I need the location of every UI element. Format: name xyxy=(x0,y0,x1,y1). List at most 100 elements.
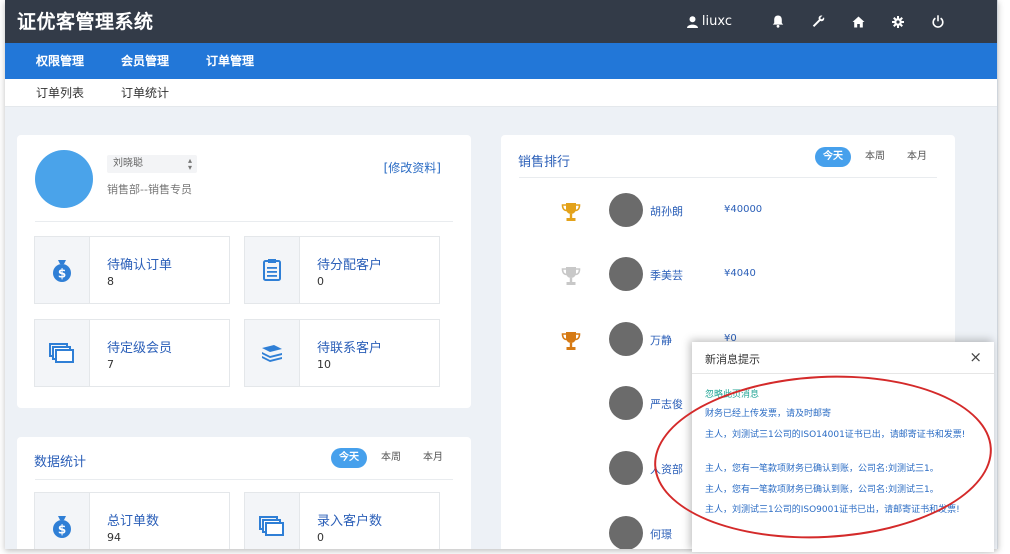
avatar[interactable] xyxy=(35,150,93,208)
card-title: 销售排行 xyxy=(518,155,571,170)
stat-value: 10 xyxy=(317,358,331,371)
stat-value: 94 xyxy=(107,531,121,544)
bronze-trophy-icon xyxy=(561,332,581,350)
ranking-amount: ¥4040 xyxy=(724,268,756,279)
user-select-value: 刘晓聪 xyxy=(113,158,143,169)
stat-value: 7 xyxy=(107,358,114,371)
stat-ungraded-members[interactable]: 待定级会员 7 xyxy=(34,319,230,387)
top-bar: 证优客管理系统 liuxc xyxy=(5,0,997,43)
profile-card: 刘晓聪 ▴ ▾ 销售部--销售专员 [修改资料] $ 待确认订单 8 待分配客户 … xyxy=(17,135,471,408)
stat-label: 录入客户数 xyxy=(317,514,383,529)
avatar xyxy=(609,257,643,291)
home-icon xyxy=(852,16,864,27)
popup-header: 新消息提示 × xyxy=(692,342,994,374)
username: liuxc xyxy=(701,14,732,29)
bell-icon xyxy=(772,15,784,28)
stat-value: 0 xyxy=(317,531,324,544)
ranking-name: 何璟 xyxy=(650,528,672,541)
home-button[interactable] xyxy=(838,0,878,43)
stack-icon xyxy=(262,345,282,362)
stat-icon-box xyxy=(245,237,300,303)
card-title: 数据统计 xyxy=(34,455,87,470)
stat-unassigned-customers[interactable]: 待分配客户 0 xyxy=(244,236,440,304)
new-message-popup: 新消息提示 × 忽略此页消息 财务已经上传发票，请及时邮寄 主人，刘测试三1公司… xyxy=(692,342,994,552)
nav-item-member[interactable]: 会员管理 xyxy=(121,43,169,79)
data-stats-card: 数据统计 今天 本周 本月 $ 总订单数 94 录入客户数 0 xyxy=(17,437,471,549)
stat-pending-orders[interactable]: $ 待确认订单 8 xyxy=(34,236,230,304)
money-bag-icon: $ xyxy=(53,516,71,538)
divider xyxy=(35,221,453,222)
cards-icon xyxy=(49,343,74,363)
message-item[interactable]: 主人，您有一笔款项财务已确认到账，公司名:刘测试三1。 xyxy=(705,463,975,476)
user-select[interactable]: 刘晓聪 ▴ ▾ xyxy=(107,155,197,173)
tab-week[interactable]: 本周 xyxy=(373,448,409,468)
avatar xyxy=(609,322,643,356)
divider xyxy=(519,177,937,178)
avatar xyxy=(609,386,643,420)
ranking-name: 季美芸 xyxy=(650,269,683,282)
message-item[interactable]: 主人，刘测试三1公司的ISO9001证书已出，请邮寄证书和发票! xyxy=(705,504,975,517)
subnav-item-order-stats[interactable]: 订单统计 xyxy=(121,79,169,107)
ranking-row[interactable]: 胡孙朗 ¥40000 xyxy=(501,192,955,232)
department-label: 销售部--销售专员 xyxy=(107,183,192,196)
ranking-tabs: 今天 本周 本月 xyxy=(809,147,935,167)
tab-month[interactable]: 本月 xyxy=(899,147,935,167)
user-icon xyxy=(686,15,698,28)
power-icon xyxy=(932,15,944,28)
stat-label: 总订单数 xyxy=(107,514,160,529)
stat-new-customers[interactable]: 录入客户数 0 xyxy=(244,492,440,549)
stat-total-orders[interactable]: $ 总订单数 94 xyxy=(34,492,230,549)
tools-button[interactable] xyxy=(798,0,838,43)
popup-title: 新消息提示 xyxy=(705,353,760,366)
message-item[interactable]: 主人，您有一笔款项财务已确认到账，公司名:刘测试三1。 xyxy=(705,484,975,497)
data-stats-tabs: 今天 本周 本月 xyxy=(325,448,451,468)
sub-nav: 订单列表 订单统计 xyxy=(5,79,997,107)
ranking-name: 万静 xyxy=(650,334,672,347)
cards-icon xyxy=(259,516,284,536)
svg-text:$: $ xyxy=(58,267,66,281)
ignore-messages-link[interactable]: 忽略此页消息 xyxy=(705,389,975,402)
user-menu[interactable]: liuxc xyxy=(686,14,732,29)
wrench-icon xyxy=(812,15,824,27)
tab-week[interactable]: 本周 xyxy=(857,147,893,167)
close-icon[interactable]: × xyxy=(969,348,982,366)
stat-value: 0 xyxy=(317,275,324,288)
message-item[interactable]: 主人，刘测试三1公司的ISO14001证书已出，请邮寄证书和发票! xyxy=(705,429,975,442)
gear-icon xyxy=(892,15,904,28)
subnav-item-order-list[interactable]: 订单列表 xyxy=(36,79,84,107)
settings-button[interactable] xyxy=(878,0,918,43)
stat-icon-box xyxy=(245,320,300,386)
stat-label: 待确认订单 xyxy=(107,258,173,273)
avatar xyxy=(609,193,643,227)
tab-today[interactable]: 今天 xyxy=(815,147,851,167)
stat-icon-box: $ xyxy=(35,237,90,303)
stat-label: 待定级会员 xyxy=(107,341,173,356)
tab-month[interactable]: 本月 xyxy=(415,448,451,468)
clipboard-list-icon xyxy=(263,259,281,281)
nav-item-permission[interactable]: 权限管理 xyxy=(36,43,84,79)
nav-item-order[interactable]: 订单管理 xyxy=(206,43,254,79)
stat-label: 待联系客户 xyxy=(317,341,383,356)
avatar xyxy=(609,451,643,485)
money-bag-icon: $ xyxy=(53,260,71,282)
stat-icon-box: $ xyxy=(35,493,90,549)
ranking-name: 人资部 xyxy=(650,463,683,476)
edit-profile-link[interactable]: [修改资料] xyxy=(384,159,441,176)
ranking-amount: ¥40000 xyxy=(724,204,763,215)
silver-trophy-icon xyxy=(561,267,581,285)
top-actions: liuxc xyxy=(686,0,958,43)
svg-text:$: $ xyxy=(58,523,66,537)
logout-button[interactable] xyxy=(918,0,958,43)
stat-icon-box xyxy=(245,493,300,549)
notification-button[interactable] xyxy=(758,0,798,43)
ranking-row[interactable]: 季美芸 ¥4040 xyxy=(501,256,955,296)
stat-icon-box xyxy=(35,320,90,386)
ranking-name: 严志俊 xyxy=(650,398,683,411)
updown-arrow-icon: ▴ ▾ xyxy=(187,156,192,172)
gold-trophy-icon xyxy=(561,203,581,221)
app-title: 证优客管理系统 xyxy=(17,11,154,33)
tab-today[interactable]: 今天 xyxy=(331,448,367,468)
message-item[interactable]: 财务已经上传发票，请及时邮寄 xyxy=(705,408,975,421)
ranking-name: 胡孙朗 xyxy=(650,205,683,218)
stat-to-contact-customers[interactable]: 待联系客户 10 xyxy=(244,319,440,387)
